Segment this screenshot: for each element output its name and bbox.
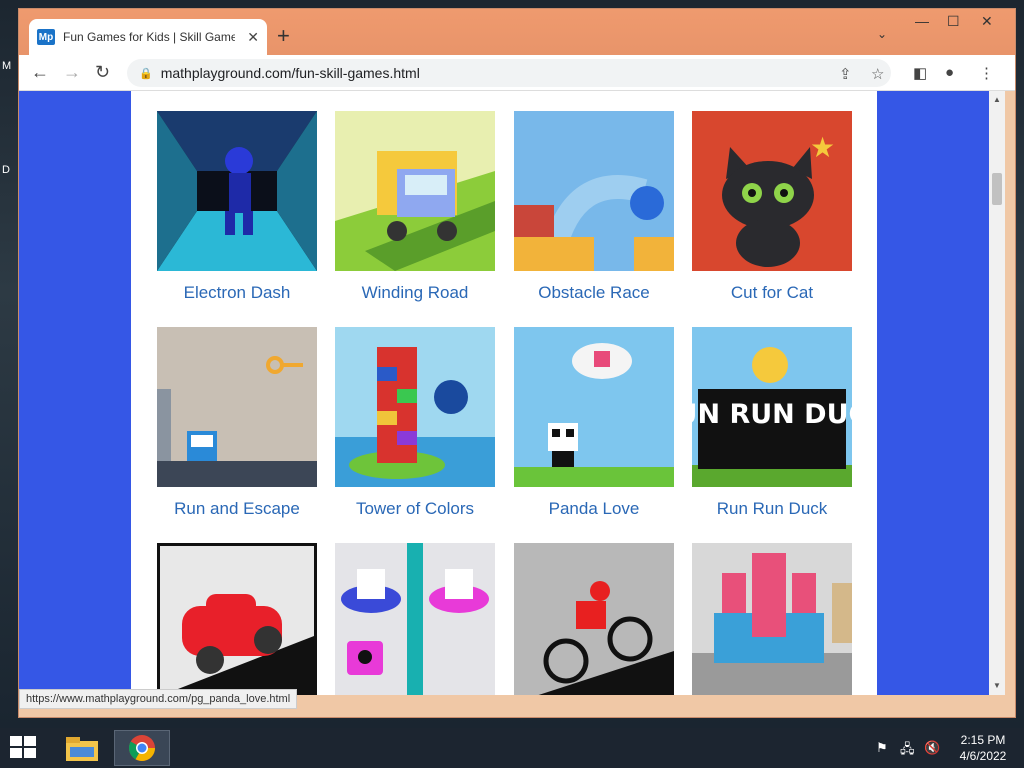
browser-tab[interactable]: Mp Fun Games for Kids | Skill Games ✕ (29, 19, 267, 55)
volume-muted-icon[interactable]: 🔇 (924, 740, 940, 756)
side-panel-icon[interactable]: ◧ (913, 64, 927, 82)
game-thumbnail[interactable] (157, 543, 317, 695)
game-card[interactable]: RUN RUN DUCK Run Run Duck (692, 327, 852, 519)
game-thumbnail[interactable] (692, 543, 852, 695)
browser-window: Mp Fun Games for Kids | Skill Games ✕ + … (18, 8, 1016, 718)
game-card[interactable] (692, 543, 852, 695)
game-thumbnail[interactable] (514, 111, 674, 271)
address-bar[interactable]: 🔒 mathplayground.com/fun-skill-games.htm… (127, 59, 891, 87)
game-thumbnail[interactable]: RUN RUN DUCK (692, 327, 852, 487)
chrome-icon[interactable] (114, 730, 170, 766)
scroll-down-icon[interactable]: ▼ (993, 681, 1001, 690)
flag-icon[interactable]: ⚑ (876, 740, 888, 756)
scroll-up-icon[interactable]: ▲ (993, 95, 1001, 104)
game-card[interactable]: Run and Escape (157, 327, 317, 519)
tab-title: Fun Games for Kids | Skill Games (63, 30, 235, 44)
page-viewport: Electron Dash Winding Road Obstacle Race… (19, 91, 989, 695)
system-clock[interactable]: 2:15 PM 4/6/2022 (948, 732, 1018, 764)
toolbar: ← → ↻ 🔒 mathplayground.com/fun-skill-gam… (19, 55, 1015, 91)
lock-icon: 🔒 (139, 67, 153, 80)
game-card[interactable] (157, 543, 317, 695)
svg-text:★: ★ (810, 131, 835, 164)
game-card[interactable]: Panda Love (514, 327, 674, 519)
clock-time: 2:15 PM (960, 733, 1006, 747)
game-title[interactable]: Run Run Duck (692, 499, 852, 519)
new-tab-icon[interactable]: + (277, 23, 290, 49)
game-card[interactable]: ★ Cut for Cat (692, 111, 852, 303)
scroll-thumb[interactable] (992, 173, 1002, 205)
taskbar: ⚑ 🖧 🔇 2:15 PM 4/6/2022 (0, 728, 1024, 768)
forward-icon[interactable]: → (63, 62, 81, 83)
game-thumbnail[interactable] (157, 111, 317, 271)
back-icon[interactable]: ← (31, 62, 49, 83)
desktop-glyph: D (2, 164, 10, 176)
game-title[interactable]: Run and Escape (157, 499, 317, 519)
game-thumbnail[interactable] (514, 543, 674, 695)
game-card[interactable]: Tower of Colors (335, 327, 495, 519)
game-thumbnail[interactable] (335, 543, 495, 695)
game-card[interactable]: Winding Road (335, 111, 495, 303)
file-explorer-icon[interactable] (54, 730, 110, 766)
minimize-icon[interactable]: — (915, 13, 929, 29)
bookmark-star-icon[interactable]: ☆ (871, 65, 884, 83)
vertical-scrollbar[interactable]: ▲ ▼ (989, 91, 1005, 695)
game-thumbnail[interactable]: ★ (692, 111, 852, 271)
title-bar: Mp Fun Games for Kids | Skill Games ✕ + … (19, 9, 1015, 55)
start-button[interactable] (10, 736, 38, 760)
share-icon[interactable]: ⇪ (839, 65, 852, 83)
game-thumbnail[interactable] (335, 327, 495, 487)
game-card[interactable]: Obstacle Race (514, 111, 674, 303)
game-title[interactable]: Obstacle Race (514, 283, 674, 303)
menu-icon[interactable]: ⋮ (979, 64, 994, 82)
game-thumbnail[interactable] (157, 327, 317, 487)
game-thumbnail[interactable] (335, 111, 495, 271)
url-text: mathplayground.com/fun-skill-games.html (160, 65, 420, 81)
game-title[interactable]: Tower of Colors (335, 499, 495, 519)
favicon-icon: Mp (37, 29, 55, 45)
clock-date: 4/6/2022 (959, 749, 1007, 763)
close-tab-icon[interactable]: ✕ (247, 29, 259, 46)
games-grid: Electron Dash Winding Road Obstacle Race… (131, 91, 877, 695)
thumb-logo-text: RUN RUN DUCK (692, 399, 852, 430)
maximize-icon[interactable]: ☐ (947, 13, 960, 30)
status-bar: https://www.mathplayground.com/pg_panda_… (19, 689, 298, 709)
close-window-icon[interactable]: ✕ (981, 13, 993, 30)
game-title[interactable]: Electron Dash (157, 283, 317, 303)
game-card[interactable] (335, 543, 495, 695)
desktop-glyph: M (2, 60, 12, 72)
network-icon[interactable]: 🖧 (900, 740, 915, 762)
game-title[interactable]: Winding Road (335, 283, 495, 303)
tab-search-icon[interactable]: ⌄ (877, 27, 887, 41)
reload-icon[interactable]: ↻ (95, 62, 110, 83)
game-title[interactable]: Panda Love (514, 499, 674, 519)
game-card[interactable]: Electron Dash (157, 111, 317, 303)
game-card[interactable] (514, 543, 674, 695)
profile-icon[interactable]: ● (945, 64, 954, 81)
game-title[interactable]: Cut for Cat (692, 283, 852, 303)
game-thumbnail[interactable] (514, 327, 674, 487)
